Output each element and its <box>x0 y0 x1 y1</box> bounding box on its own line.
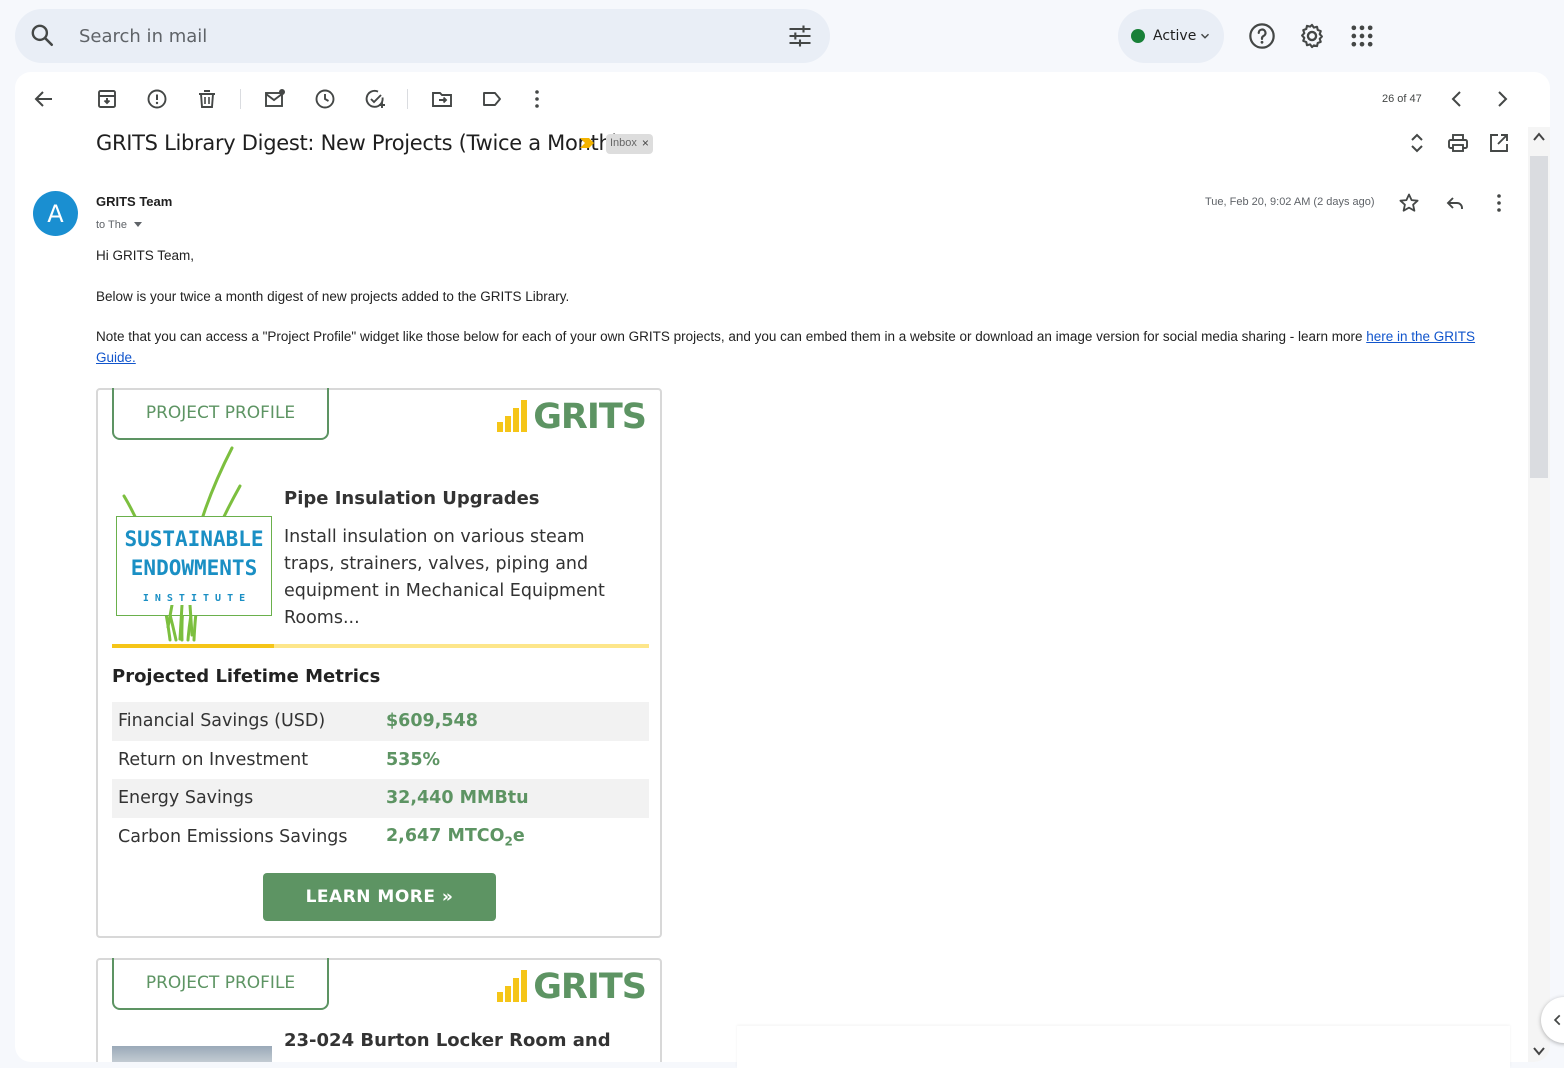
move-to-icon[interactable] <box>430 87 454 111</box>
grits-logo-text: GRITS <box>533 397 647 437</box>
metric-value-suffix: e <box>512 825 525 846</box>
profile-divider <box>112 644 649 648</box>
mark-unread-icon[interactable] <box>263 87 287 111</box>
delete-icon[interactable] <box>195 87 219 111</box>
metric-row: Return on Investment 535% <box>112 741 649 780</box>
metric-row: Carbon Emissions Savings 2,647 MTCO2e <box>112 818 649 857</box>
metric-value-subscript: 2 <box>504 834 513 848</box>
grass-overlap-graphic <box>166 605 194 641</box>
project-profile-tab: PROJECT PROFILE <box>112 388 329 440</box>
search-input[interactable]: Search in mail <box>79 26 207 47</box>
email-date: Tue, Feb 20, 9:02 AM (2 days ago) <box>1205 196 1375 208</box>
email-subject: GRITS Library Digest: New Projects (Twic… <box>96 131 620 155</box>
chevron-left-icon[interactable] <box>1445 87 1469 111</box>
star-icon[interactable] <box>1397 191 1421 215</box>
expand-all-icon[interactable] <box>1405 131 1429 155</box>
note-text: Note that you can access a "Project Prof… <box>96 329 1367 344</box>
project-profile-card: PROJECT PROFILE GRITS SUSTAINABLE ENDOWM… <box>96 388 662 938</box>
report-spam-icon[interactable] <box>145 87 169 111</box>
print-icon[interactable] <box>1446 131 1470 155</box>
metric-label: Carbon Emissions Savings <box>118 826 348 847</box>
sender-avatar[interactable]: A <box>33 191 78 236</box>
grits-logo-bars-icon <box>497 400 528 432</box>
learn-more-button[interactable]: LEARN MORE » <box>263 873 496 921</box>
apps-grid-icon[interactable] <box>1348 22 1376 50</box>
org-name-line1: SUSTAINABLE <box>124 527 264 551</box>
project-photo <box>112 1046 272 1062</box>
inbox-label-text: Inbox <box>610 137 637 149</box>
email-view: 26 of 47 GRITS Library Digest: New Proje… <box>15 72 1550 1062</box>
metric-value-carbon: 2,647 MTCO2e <box>386 818 649 857</box>
sustainable-endowments-logo: SUSTAINABLE ENDOWMENTS I N S T I T U T E <box>116 516 272 616</box>
metric-value-text: 2,647 MTCO <box>386 825 505 846</box>
org-name-line3: I N S T I T U T E <box>142 593 246 604</box>
add-to-tasks-icon[interactable] <box>363 87 387 111</box>
bottom-overlay-panel <box>737 1026 1510 1068</box>
snooze-icon[interactable] <box>313 87 337 111</box>
scrollbar-thumb[interactable] <box>1530 156 1548 478</box>
remove-label-icon[interactable]: × <box>642 137 649 154</box>
metric-row: Energy Savings 32,440 MMBtu <box>112 779 649 818</box>
status-dot <box>1131 29 1145 43</box>
grits-logo-text: GRITS <box>533 967 647 1007</box>
metrics-table: Financial Savings (USD) $609,548 Return … <box>112 702 649 856</box>
search-bar[interactable]: Search in mail <box>15 9 830 63</box>
chevron-left-icon <box>1553 1014 1561 1026</box>
help-icon[interactable] <box>1248 22 1276 50</box>
project-profile-card: PROJECT PROFILE GRITS 23-024 Burton Lock… <box>96 958 662 1062</box>
greeting-text: Hi GRITS Team, <box>96 248 195 263</box>
back-arrow-icon[interactable] <box>32 87 56 111</box>
reply-icon[interactable] <box>1443 191 1467 215</box>
org-name-line2: ENDOWMENTS <box>130 556 258 580</box>
grits-logo-bars-icon <box>497 970 528 1002</box>
sender-name[interactable]: GRITS Team <box>96 194 172 209</box>
metrics-heading: Projected Lifetime Metrics <box>112 666 381 687</box>
chevron-right-icon[interactable] <box>1490 87 1514 111</box>
open-in-new-window-icon[interactable] <box>1487 131 1511 155</box>
note-paragraph: Note that you can access a "Project Prof… <box>96 326 1516 368</box>
search-icon[interactable] <box>29 22 55 48</box>
metric-value: 32,440 MMBtu <box>386 788 529 809</box>
status-chip[interactable]: Active <box>1118 9 1224 63</box>
project-title: Pipe Insulation Upgrades <box>284 488 540 509</box>
importance-marker-icon[interactable] <box>578 136 596 150</box>
recipient-text: to The <box>96 219 127 231</box>
pagination-label: 26 of 47 <box>1382 93 1422 105</box>
message-more-icon[interactable] <box>1487 191 1511 215</box>
more-vert-icon[interactable] <box>525 87 549 111</box>
toolbar-divider <box>407 89 408 109</box>
settings-gear-icon[interactable] <box>1298 22 1326 50</box>
recipient-line[interactable]: to The <box>96 219 143 231</box>
grits-logo: GRITS <box>497 397 647 437</box>
metric-label: Financial Savings (USD) <box>118 711 326 732</box>
inbox-label-chip[interactable]: Inbox × <box>606 134 653 154</box>
search-options-icon[interactable] <box>786 22 814 50</box>
metric-label: Return on Investment <box>118 749 309 770</box>
metric-label: Energy Savings <box>118 788 254 809</box>
project-profile-tab: PROJECT PROFILE <box>112 958 329 1010</box>
scroll-down-icon[interactable] <box>1533 1046 1545 1056</box>
scroll-up-icon[interactable] <box>1533 132 1545 142</box>
chevron-down-icon <box>1200 33 1210 39</box>
caret-down-icon[interactable] <box>133 221 143 229</box>
project-description: Install insulation on various steam trap… <box>284 527 605 628</box>
metric-value: $609,548 <box>386 711 478 732</box>
metric-row: Financial Savings (USD) $609,548 <box>112 702 649 741</box>
intro-paragraph: Below is your twice a month digest of ne… <box>96 289 570 304</box>
metric-value: 535% <box>386 749 441 770</box>
toolbar-divider <box>240 89 241 109</box>
status-label: Active <box>1153 28 1197 44</box>
project-title: 23-024 Burton Locker Room and <box>284 1030 611 1051</box>
label-icon[interactable] <box>480 87 504 111</box>
grits-logo: GRITS <box>497 967 647 1007</box>
archive-icon[interactable] <box>95 87 119 111</box>
